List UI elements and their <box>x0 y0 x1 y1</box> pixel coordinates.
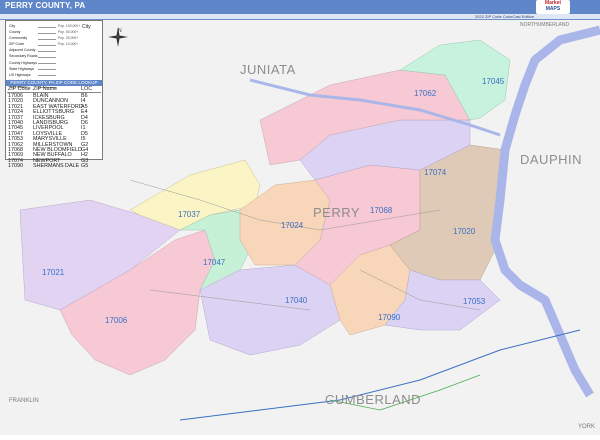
zip-label-17090: 17090 <box>378 313 401 322</box>
legend-line-swatch <box>38 44 56 46</box>
map-legend: City City Pop. 100,000+ County Pop. 50,000+… <box>5 20 103 169</box>
legend-line-swatch <box>38 56 56 58</box>
zip-label-17040: 17040 <box>285 296 308 305</box>
legend-line-swatch <box>38 38 56 40</box>
zip-label-17045: 17045 <box>482 77 505 86</box>
legend-label: City <box>9 24 16 28</box>
zip-label-17006: 17006 <box>105 316 128 325</box>
brand-logo: Market MAPS <box>536 0 570 14</box>
zip-label-17024: 17024 <box>281 221 304 230</box>
legend-line-swatch <box>38 50 56 52</box>
zip-label-17047: 17047 <box>203 258 226 267</box>
zip-label-17062: 17062 <box>414 89 437 98</box>
legend-desc: Pop. 50,000+ <box>58 30 79 35</box>
col-loc: LOC <box>81 86 93 92</box>
legend-label: Secondary Roads <box>9 54 38 59</box>
legend-label: County <box>9 30 21 35</box>
legend-line-swatch <box>38 69 56 71</box>
county-label-dauphin: DAUPHIN <box>520 152 583 167</box>
legend-line-swatch <box>38 26 56 28</box>
legend-label: County Highways <box>9 60 37 65</box>
legend-label: Community <box>9 36 28 41</box>
compass-rose-icon <box>108 27 128 47</box>
legend-label: ZIP Code <box>9 42 25 47</box>
logo-line2: MAPS <box>545 6 561 12</box>
zip-loc-cell: G5 <box>81 163 89 170</box>
zip-label-17020: 17020 <box>453 227 476 236</box>
legend-line-swatch <box>38 75 56 77</box>
edition-subtitle: 2022 ZIP Code ColorCast Edition <box>474 14 534 19</box>
zip-label-17068: 17068 <box>370 206 393 215</box>
county-label-northumberland: NORTHUMBERLAND <box>520 22 570 28</box>
legend-label: State Highways <box>9 66 34 71</box>
col-zip-code: ZIP Code <box>8 86 31 92</box>
zip-label-17021: 17021 <box>42 268 65 277</box>
zip-table: ZIP Code ZIP Name LOC 17006 BLAIN B6 17020 D… <box>7 86 101 170</box>
zip-table-row: 17090 SHERMANS DALE G5 <box>7 163 101 170</box>
county-label-juniata: JUNIATA <box>240 62 296 77</box>
legend-label: Adjacent County <box>9 48 36 53</box>
zip-table-header: ZIP Code ZIP Name LOC <box>7 86 101 93</box>
legend-line-swatch <box>38 63 56 65</box>
zip-table-body: 17006 BLAIN B6 17020 DUNCANNON I4 17021 EAST WA… <box>7 93 101 170</box>
legend-label: US Highways <box>9 72 31 77</box>
county-label-york: YORK <box>578 424 596 430</box>
zip-code-cell: 17090 <box>8 163 23 170</box>
map-title: PERRY COUNTY, PA <box>5 1 86 10</box>
county-label-perry: PERRY <box>313 205 361 220</box>
zip-label-17037: 17037 <box>178 210 201 219</box>
zip-label-17074: 17074 <box>424 168 447 177</box>
zip-name-cell: SHERMANS DALE <box>33 163 80 170</box>
legend-desc: Pop. 10,000+ <box>58 42 79 47</box>
legend-line-swatch <box>38 32 56 34</box>
col-zip-name: ZIP Name <box>33 86 58 92</box>
county-label-cumberland: CUMBERLAND <box>325 392 422 407</box>
legend-desc: Pop. 25,000+ <box>58 36 79 41</box>
zip-label-17053: 17053 <box>463 297 486 306</box>
legend-desc: Pop. 100,000+ <box>58 24 81 28</box>
county-label-franklin: FRANKLIN <box>9 398 39 404</box>
title-bar: PERRY COUNTY, PA Market MAPS <box>0 0 600 14</box>
